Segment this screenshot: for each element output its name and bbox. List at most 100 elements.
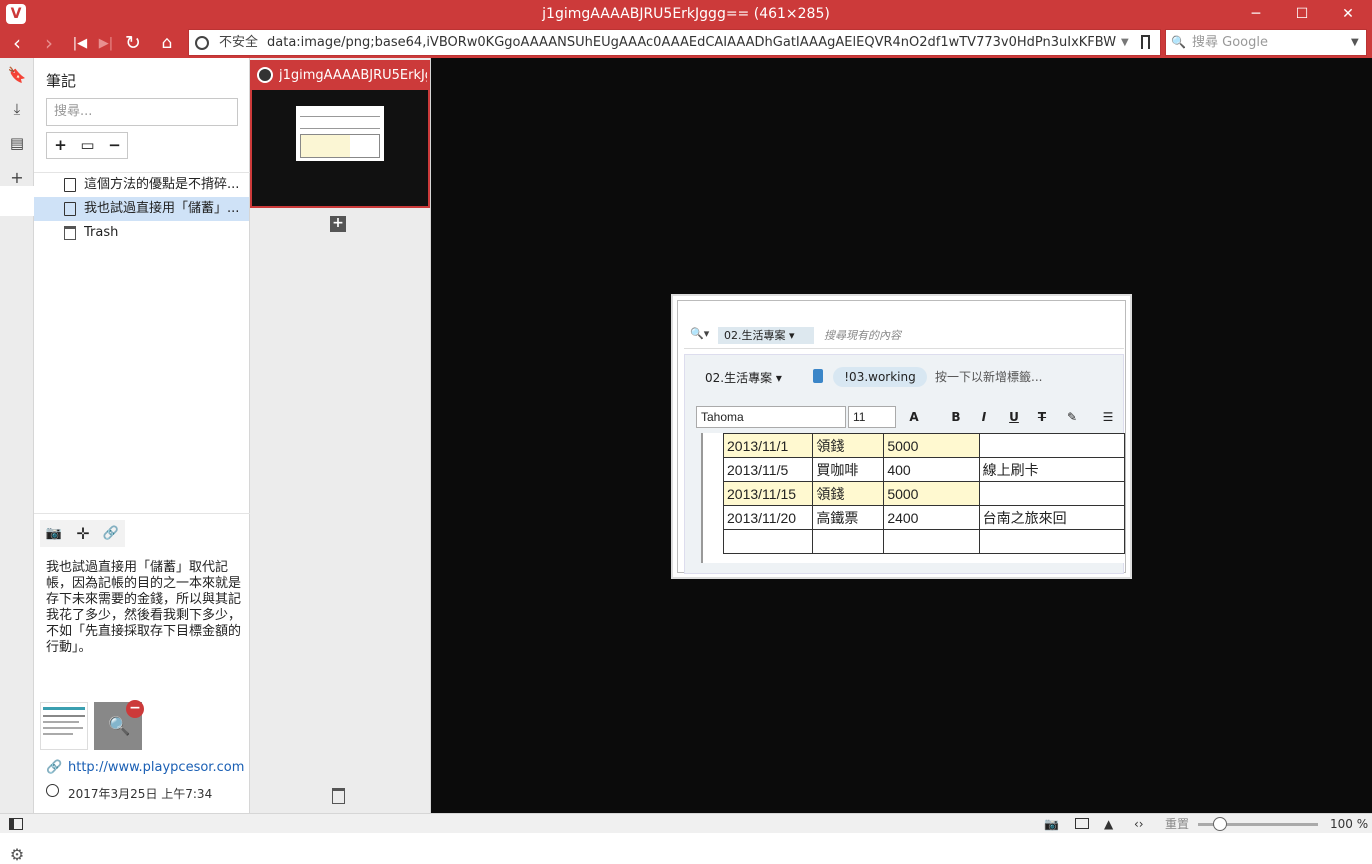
attachment-thumbnail[interactable]	[40, 702, 88, 750]
zoom-level: 100 %	[1330, 817, 1369, 831]
note-item-selected[interactable]: 我也試過直接用「儲蓄」...	[34, 197, 249, 221]
note-body-text[interactable]: 我也試過直接用「儲蓄」取代記帳，因為記帳的目的之一本來就是存下未來需要的金錢，所…	[46, 560, 242, 656]
image-bold-icon: B	[951, 410, 961, 424]
panel-toggle-icon[interactable]	[9, 818, 23, 830]
thumbnail-table-border	[300, 134, 380, 158]
add-note-button[interactable]: +	[47, 133, 74, 158]
image-italic-icon: I	[981, 410, 987, 424]
thumbnail-line	[43, 715, 85, 717]
table-cell: 400	[883, 457, 980, 482]
zoom-reset[interactable]: 重置	[1165, 814, 1189, 834]
tab-header: j1gimgAAAABJRU5ErkJgg	[252, 62, 428, 90]
notes-search-placeholder: 搜尋...	[54, 104, 93, 119]
new-tab-button[interactable]: +	[330, 216, 346, 232]
table-row: 2013/11/20 高鐵票 2400 台南之旅來回	[722, 505, 1126, 530]
tile-icon[interactable]	[1075, 818, 1089, 829]
site-info-icon[interactable]	[195, 36, 209, 50]
notes-toolbar: + ▭ −	[46, 132, 128, 159]
zoom-slider-knob[interactable]	[1213, 817, 1227, 831]
note-icon	[64, 178, 76, 192]
camera-icon[interactable]: 📷	[40, 520, 68, 547]
image-font-color-icon: A	[909, 410, 919, 424]
fast-forward-icon[interactable]: ▶|	[92, 29, 120, 58]
trash-folder[interactable]: Trash	[34, 221, 249, 245]
thumbnail-stripe	[43, 707, 85, 710]
image-underline-icon: U	[1009, 410, 1019, 424]
tab-title: j1gimgAAAABJRU5ErkJgg	[279, 68, 427, 83]
notes-icon[interactable]: ▤	[0, 134, 34, 152]
screenshot-icon[interactable]: 📷	[1044, 814, 1059, 834]
table-cell	[722, 529, 814, 554]
forward-icon[interactable]: ›	[35, 29, 63, 58]
close-button[interactable]: ✕	[1325, 0, 1371, 29]
table-cell	[978, 481, 1126, 506]
table-cell	[812, 529, 885, 554]
image-toggle-icon[interactable]: ▲	[1104, 814, 1113, 834]
note-item[interactable]: 這個方法的優點是不揹碎...	[34, 173, 249, 197]
settings-gear-icon[interactable]: ⚙	[0, 845, 34, 864]
thumbnail-line	[300, 116, 380, 117]
closed-tabs-trash-icon[interactable]	[332, 788, 345, 804]
add-panel-icon[interactable]: +	[0, 168, 34, 187]
table-cell: 高鐵票	[812, 505, 885, 530]
image-font-size: 11	[848, 406, 896, 428]
status-bar: 📷 ▲ ‹› 重置 100 %	[0, 813, 1372, 833]
minimize-button[interactable]: ─	[1233, 0, 1279, 29]
expense-table: 2013/11/1 領錢 5000 2013/11/5 買咖啡 400 線上刷卡 2013…	[722, 433, 1126, 554]
thumbnail-line	[43, 721, 79, 723]
table-cell: 2013/11/5	[722, 457, 814, 482]
bookmark-icon[interactable]: 🔖	[0, 66, 34, 84]
note-date: 2017年3月25日 上午7:34	[68, 787, 213, 801]
back-icon[interactable]: ‹	[3, 29, 31, 58]
image-tag-hint: 按一下以新增標籤...	[935, 370, 1043, 384]
trash-icon	[64, 226, 76, 240]
bookmark-page-icon[interactable]	[1141, 35, 1150, 49]
globe-icon	[257, 67, 273, 83]
maximize-button[interactable]: ☐	[1279, 0, 1325, 29]
image-list-icon: ☰	[1102, 410, 1114, 424]
clock-icon	[46, 784, 59, 797]
note-source-link[interactable]: http://www.playpcesor.com	[68, 760, 244, 775]
vivaldi-logo-icon[interactable]: V	[6, 4, 26, 24]
window-title: j1gimgAAAABJRU5ErkJggg== (461×285)	[542, 6, 830, 22]
url-dropdown-icon[interactable]: ▼	[1121, 30, 1129, 55]
table-cell: 台南之旅來回	[978, 505, 1126, 530]
displayed-image[interactable]: 🔍▾ 02.生活專案 ▾ 搜尋現有的內容 02.生活專案 ▾ !03.worki…	[671, 294, 1132, 579]
panel-title: 筆記	[46, 72, 77, 90]
image-search-row: 🔍▾ 02.生活專案 ▾ 搜尋現有的內容	[684, 323, 1124, 349]
image-notebook-label: 02.生活專案 ▾	[705, 371, 782, 385]
search-engine-dropdown-icon[interactable]: ▼	[1351, 30, 1359, 55]
home-icon[interactable]: ⌂	[153, 29, 181, 58]
magnifier-icon: 🔍	[108, 716, 131, 737]
table-row: 2013/11/5 買咖啡 400 線上刷卡	[722, 457, 1126, 482]
table-cell: 5000	[883, 433, 980, 458]
link-icon: 🔗	[46, 760, 63, 775]
reload-icon[interactable]: ↻	[119, 29, 147, 58]
image-search-icon: 🔍▾	[690, 327, 710, 340]
download-icon[interactable]: ⤓	[0, 100, 34, 118]
remove-note-button[interactable]: −	[101, 133, 128, 158]
attachment-icon[interactable]: 🔗	[97, 520, 125, 547]
tab-thumbnail	[296, 106, 384, 161]
notes-search-input[interactable]: 搜尋...	[46, 98, 238, 126]
image-tag-chip: !03.working	[833, 367, 927, 387]
side-icon-bar: 🔖 ⤓ ▤ + ⚙	[0, 58, 34, 864]
remove-attachment-icon[interactable]: −	[126, 700, 144, 718]
table-row: 2013/11/15 領錢 5000	[722, 481, 1126, 506]
add-folder-button[interactable]: ▭	[74, 133, 101, 158]
crosshair-icon[interactable]: ✛	[69, 520, 97, 547]
image-editor-area: 02.生活專案 ▾ !03.working 按一下以新增標籤... Tahoma…	[684, 354, 1126, 574]
table-cell	[978, 529, 1126, 554]
rewind-icon[interactable]: |◀	[66, 29, 94, 58]
image-notebook-selector: 02.生活專案 ▾	[718, 327, 814, 344]
table-cell	[883, 529, 980, 554]
url-text[interactable]: data:image/png;base64,iVBORw0KGgoAAAANSU…	[267, 30, 1117, 55]
active-panel-highlight	[0, 186, 34, 216]
table-cell: 2400	[883, 505, 980, 530]
address-bar[interactable]: 不安全 data:image/png;base64,iVBORw0KGgoAAA…	[188, 29, 1161, 56]
note-item-label: 我也試過直接用「儲蓄」...	[84, 201, 240, 216]
page-actions-icon[interactable]: ‹›	[1134, 814, 1144, 834]
notes-panel: 筆記 搜尋... + ▭ − 這個方法的優點是不揹碎... 我也試過直接用「儲蓄…	[34, 58, 250, 813]
search-box[interactable]: 🔍 搜尋 Google ▼	[1165, 29, 1367, 56]
active-tab[interactable]: j1gimgAAAABJRU5ErkJgg	[250, 60, 430, 208]
